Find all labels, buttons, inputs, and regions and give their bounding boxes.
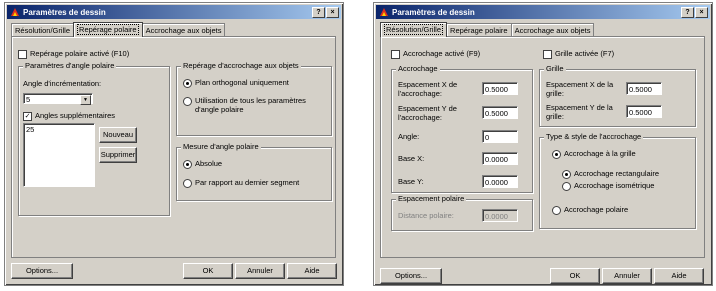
help-title-button[interactable]: ? xyxy=(681,7,694,18)
snap-y-label: Espacement Y de l'accrochage: xyxy=(398,104,457,122)
grid-snap-label: Accrochage à la grille xyxy=(564,149,636,158)
help-button[interactable]: Aide xyxy=(654,268,704,284)
polar-angle-group-title: Paramètres d'angle polaire xyxy=(23,61,117,70)
increment-value: 5 xyxy=(26,95,31,104)
tab-page: Repérage polaire activé (F10) Paramètres… xyxy=(11,36,336,258)
ok-button[interactable]: OK xyxy=(183,263,233,279)
angle-input[interactable]: 0 xyxy=(482,130,518,143)
polar-angle-group: Paramètres d'angle polaire Angle d'incré… xyxy=(18,61,170,216)
title-bar[interactable]: Paramètres de dessin ? × xyxy=(376,5,710,19)
polar-snap-radio[interactable] xyxy=(552,206,561,215)
close-icon[interactable]: × xyxy=(695,7,708,18)
tab-resolution-grid-label: Résolution/Grille xyxy=(384,24,444,35)
rectangular-snap-label: Accrochage rectangulaire xyxy=(574,169,660,178)
angle-measure-group: Mesure d'angle polaire Absolue Par rappo… xyxy=(176,142,332,201)
delete-angle-button[interactable]: Supprimer xyxy=(99,147,137,163)
snap-type-group-title: Type & style de l'accrochage xyxy=(544,132,644,141)
snap-type-group: Type & style de l'accrochage Accrochage … xyxy=(539,132,696,229)
snap-y-input[interactable]: 0.5000 xyxy=(482,106,518,119)
polar-spacing-group-title: Espacement polaire xyxy=(396,194,467,203)
options-button[interactable]: Options... xyxy=(380,268,442,284)
dialog-title: Paramètres de dessin xyxy=(392,7,475,17)
additional-angles-label: Angles supplémentaires xyxy=(35,111,116,120)
absolute-radio[interactable] xyxy=(183,160,192,169)
increment-select[interactable]: 5 ▼ xyxy=(23,93,93,105)
help-title-button[interactable]: ? xyxy=(312,7,325,18)
polar-snap-label: Accrochage polaire xyxy=(564,205,629,214)
snap-on-label: Accrochage activé (F9) xyxy=(403,49,481,58)
base-y-label: Base Y: xyxy=(398,177,424,186)
isometric-snap-label: Accrochage isométrique xyxy=(574,181,655,190)
base-y-input[interactable]: 0.0000 xyxy=(482,175,518,188)
title-bar[interactable]: Paramètres de dessin ? × xyxy=(7,5,341,19)
relative-label: Par rapport au dernier segment xyxy=(195,178,300,187)
grid-on-checkbox[interactable] xyxy=(543,50,552,59)
osnap-tracking-group-title: Repérage d'accrochage aux objets xyxy=(181,61,301,70)
isometric-snap-radio[interactable] xyxy=(562,182,571,191)
polar-tracking-label: Repérage polaire activé (F10) xyxy=(30,49,130,58)
angle-label: Angle: xyxy=(398,132,420,141)
all-angles-label: Utilisation de tous les paramètres d'ang… xyxy=(195,96,306,114)
base-x-label: Base X: xyxy=(398,154,425,163)
polar-tracking-checkbox[interactable] xyxy=(18,50,27,59)
additional-angles-list[interactable]: 25 xyxy=(23,123,95,187)
orthogonal-label: Plan orthogonal uniquement xyxy=(195,78,289,87)
absolute-label: Absolue xyxy=(195,159,223,168)
additional-angles-checkbox[interactable]: ✓ xyxy=(23,112,32,121)
polar-distance-input: 0.0000 xyxy=(482,209,518,222)
tab-page: Accrochage activé (F9) Grille activée (F… xyxy=(380,36,705,258)
grid-on-label: Grille activée (F7) xyxy=(555,49,615,58)
app-icon xyxy=(11,8,19,16)
tab-resolution-grid[interactable]: Résolution/Grille xyxy=(380,22,448,37)
new-angle-button[interactable]: Nouveau xyxy=(99,127,137,143)
list-item[interactable]: 25 xyxy=(26,125,34,134)
cancel-button[interactable]: Annuler xyxy=(235,263,285,279)
polar-distance-label: Distance polaire: xyxy=(398,211,454,220)
grid-x-label: Espacement X de la grille: xyxy=(546,80,614,98)
snap-group: Accrochage Espacement X de l'accrochage:… xyxy=(391,64,533,193)
drawing-settings-dialog-snap: Paramètres de dessin ? × Résolution/Gril… xyxy=(373,2,713,286)
base-x-input[interactable]: 0.0000 xyxy=(482,152,518,165)
snap-group-title: Accrochage xyxy=(396,64,440,73)
app-icon xyxy=(380,8,388,16)
cancel-button[interactable]: Annuler xyxy=(602,268,652,284)
rectangular-snap-radio[interactable] xyxy=(562,170,571,179)
drawing-settings-dialog-polar: Paramètres de dessin ? × Résolution/Gril… xyxy=(4,2,344,286)
increment-label: Angle d'incrémentation: xyxy=(23,79,102,88)
all-angles-radio[interactable] xyxy=(183,97,192,106)
snap-on-checkbox[interactable] xyxy=(391,50,400,59)
grid-group-title: Grille xyxy=(544,64,566,73)
osnap-tracking-group: Repérage d'accrochage aux objets Plan or… xyxy=(176,61,332,136)
dialog-title: Paramètres de dessin xyxy=(23,7,106,17)
grid-group: Grille Espacement X de la grille: 0.5000… xyxy=(539,64,696,127)
grid-snap-radio[interactable] xyxy=(552,150,561,159)
tab-polar-tracking-label: Repérage polaire xyxy=(77,24,139,35)
snap-x-input[interactable]: 0.5000 xyxy=(482,82,518,95)
tab-polar-tracking[interactable]: Repérage polaire xyxy=(73,22,143,37)
grid-y-input[interactable]: 0.5000 xyxy=(626,105,662,118)
options-button[interactable]: Options... xyxy=(11,263,73,279)
angle-measure-group-title: Mesure d'angle polaire xyxy=(181,142,261,151)
orthogonal-radio[interactable] xyxy=(183,79,192,88)
relative-radio[interactable] xyxy=(183,179,192,188)
chevron-down-icon[interactable]: ▼ xyxy=(80,95,91,105)
close-icon[interactable]: × xyxy=(326,7,339,18)
snap-x-label: Espacement X de l'accrochage: xyxy=(398,80,458,98)
ok-button[interactable]: OK xyxy=(550,268,600,284)
grid-y-label: Espacement Y de la grille: xyxy=(546,103,613,121)
polar-spacing-group: Espacement polaire Distance polaire: 0.0… xyxy=(391,194,533,231)
grid-x-input[interactable]: 0.5000 xyxy=(626,82,662,95)
help-button[interactable]: Aide xyxy=(287,263,337,279)
